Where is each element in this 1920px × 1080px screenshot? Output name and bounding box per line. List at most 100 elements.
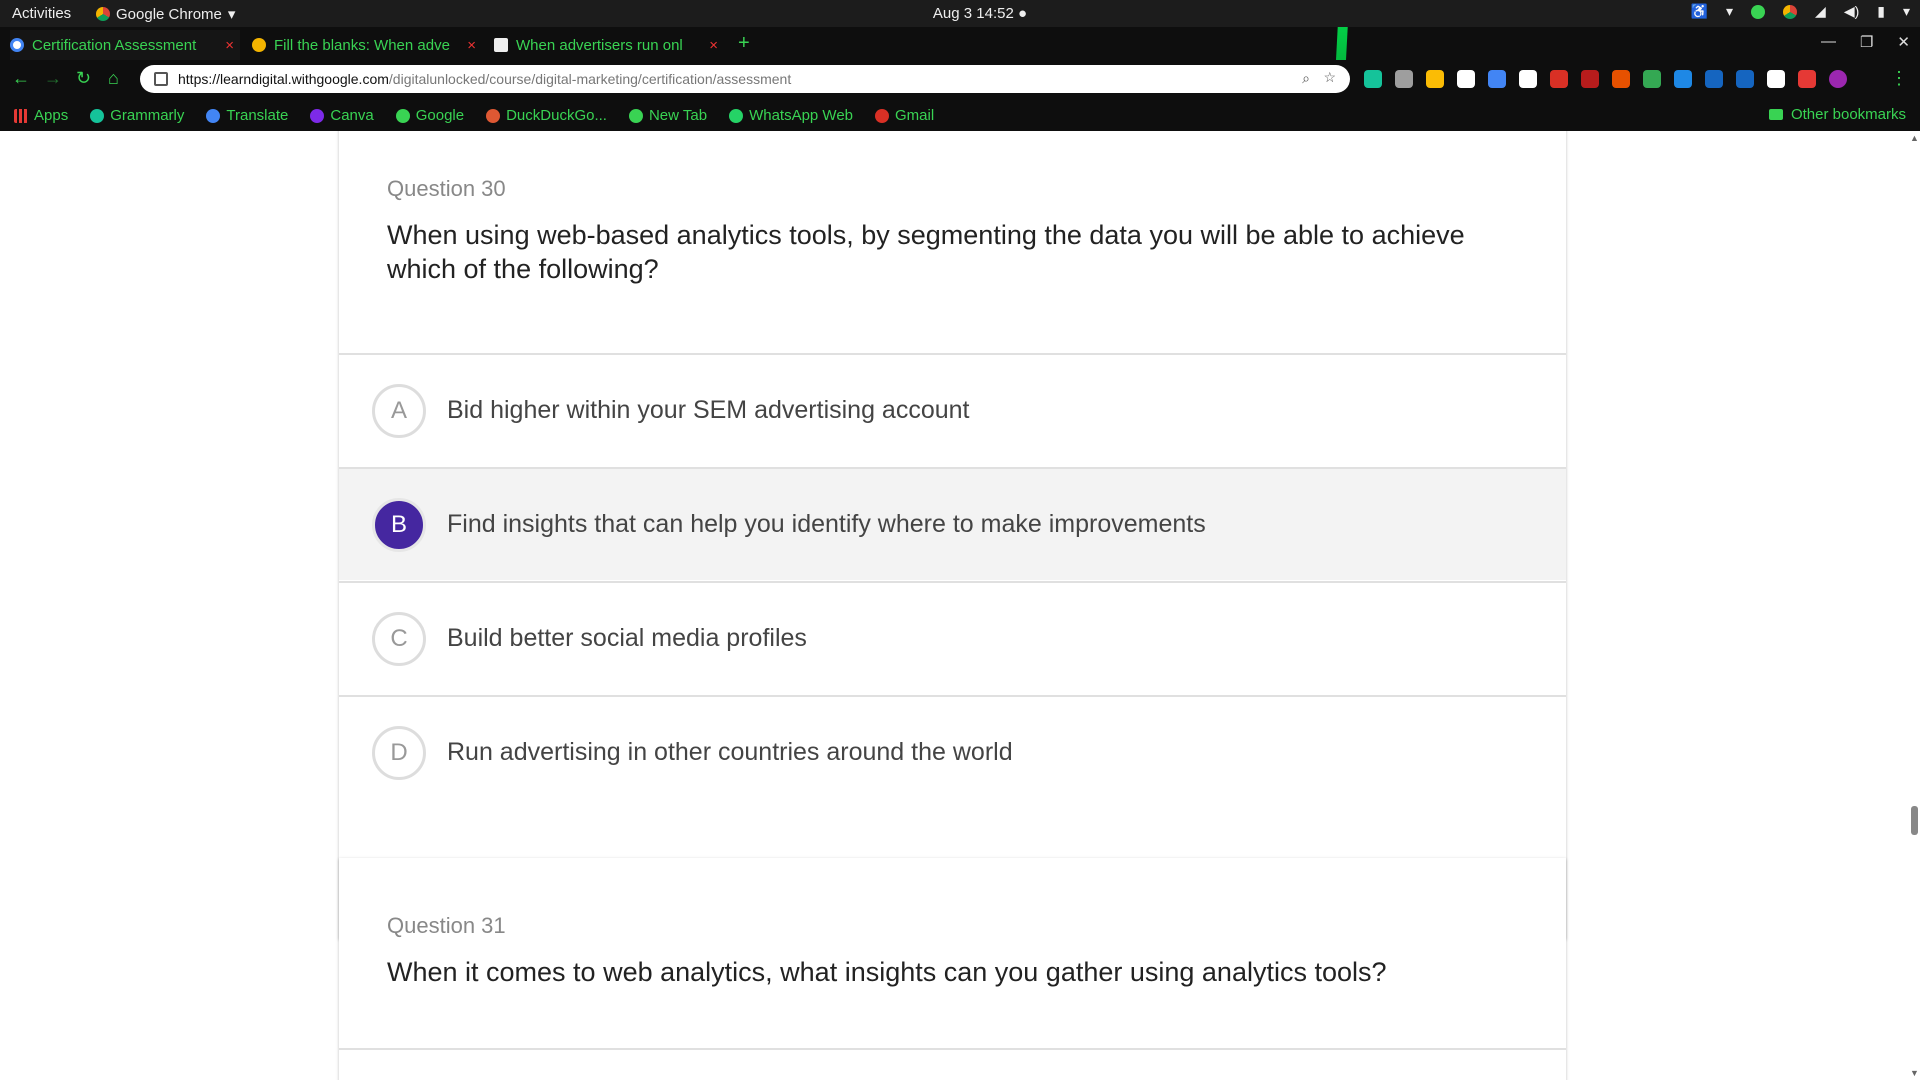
battery-icon[interactable]: ▮ [1877, 3, 1885, 20]
back-arrow-icon[interactable]: ← [12, 68, 30, 89]
bookmarks-bar: Apps Grammarly Translate Canva Google DuckDuc… [0, 100, 1920, 131]
browser-toolbar: ← → ↻ ⌂ https://learndigital.withgoogle.… [0, 60, 1920, 100]
page-scrollbar[interactable]: ▲ ▼ [1908, 131, 1920, 1080]
scrollbar-thumb[interactable] [1911, 806, 1918, 835]
bookmark-label: Translate [226, 107, 289, 124]
tab-close-icon[interactable]: × [461, 37, 482, 54]
option-b[interactable]: B Find insights that can help you identi… [339, 467, 1566, 580]
tab-strip: Certification Assessment × Fill the blan… [0, 27, 1920, 60]
bookmark-canva[interactable]: Canva [310, 107, 374, 124]
bookmark-star-icon[interactable]: ☆ [1323, 69, 1336, 86]
option-a-partial[interactable] [339, 1048, 1566, 1080]
question-text: When using web-based analytics tools, by… [387, 220, 1465, 284]
chrome-tray-icon[interactable] [1783, 4, 1798, 19]
tab-fill-the-blanks[interactable]: Fill the blanks: When adve × [252, 30, 482, 60]
chrome-icon [96, 7, 110, 21]
canva-icon [310, 108, 325, 123]
extension-icon-7[interactable] [1550, 70, 1568, 88]
brainly-favicon-icon [494, 38, 508, 52]
apps-grid-icon [14, 108, 28, 123]
tab-title: Certification Assessment [32, 36, 197, 54]
scroll-up-arrow-icon[interactable]: ▲ [1910, 133, 1919, 143]
bookmark-apps[interactable]: Apps [14, 107, 68, 124]
option-d[interactable]: D Run advertising in other countries aro… [339, 695, 1566, 808]
notification-indicator-icon[interactable] [1751, 4, 1766, 19]
tab-certification-assessment[interactable]: Certification Assessment × [10, 30, 240, 60]
accessibility-icon[interactable]: ♿ [1691, 3, 1708, 20]
bookmark-grammarly[interactable]: Grammarly [90, 107, 184, 124]
extension-icon-16[interactable] [1829, 70, 1847, 88]
tab-when-advertisers[interactable]: When advertisers run onl × [494, 30, 724, 60]
window-controls: — ❐ ✕ [1821, 33, 1910, 51]
question-card-30: Question 30 When using web-based analyti… [339, 131, 1566, 939]
extension-icon-6[interactable] [1519, 70, 1537, 88]
wifi-icon[interactable]: ◢ [1815, 3, 1826, 20]
bookmark-label: Google [415, 107, 465, 124]
home-icon[interactable]: ⌂ [108, 68, 119, 89]
scroll-down-arrow-icon[interactable]: ▼ [1910, 1068, 1919, 1078]
clock[interactable]: Aug 3 14:52 ● [920, 5, 1040, 22]
reload-icon[interactable]: ↻ [76, 68, 91, 89]
extension-icon-5[interactable] [1488, 70, 1506, 88]
google-icon [395, 108, 410, 123]
activities-button[interactable]: Activities [12, 5, 71, 22]
close-window-icon[interactable]: ✕ [1897, 33, 1910, 51]
tray-chevron-down-icon[interactable]: ▾ [1726, 3, 1733, 20]
url-host: https://learndigital.withgoogle.com [178, 71, 389, 87]
option-letter-b: B [372, 497, 426, 552]
bookmark-translate[interactable]: Translate [206, 107, 288, 124]
address-bar[interactable]: https://learndigital.withgoogle.com/digi… [140, 65, 1350, 93]
extension-icon-4[interactable] [1457, 70, 1475, 88]
extension-icon-9[interactable] [1612, 70, 1630, 88]
bookmark-whatsapp-web[interactable]: WhatsApp Web [729, 107, 853, 124]
restore-icon[interactable]: ❐ [1860, 33, 1873, 51]
zoom-icon[interactable]: ⌕ [1302, 70, 1310, 87]
newtab-icon [628, 108, 643, 123]
duckduckgo-icon [486, 108, 501, 123]
bookmark-gmail[interactable]: Gmail [875, 107, 934, 124]
app-menu[interactable]: Google Chrome ▾ [96, 5, 235, 23]
other-bookmarks-folder[interactable]: Other bookmarks [1768, 106, 1906, 123]
bookmark-duckduckgo[interactable]: DuckDuckGo... [486, 107, 607, 124]
extension-icon-8[interactable] [1581, 70, 1599, 88]
bookmark-new-tab[interactable]: New Tab [628, 107, 707, 124]
bookmark-label: Gmail [895, 107, 935, 124]
option-a[interactable]: A Bid higher within your SEM advertising… [339, 353, 1566, 466]
question-card-31: Question 31 When it comes to web analyti… [339, 858, 1566, 1080]
extension-icon-3[interactable] [1426, 70, 1444, 88]
volume-icon[interactable]: ◀) [1844, 3, 1859, 20]
extension-icon-12[interactable] [1705, 70, 1723, 88]
new-tab-button[interactable]: + [738, 33, 750, 53]
bookmark-label: Canva [330, 107, 374, 124]
system-tray[interactable]: ♿ ▾ ◢ ◀) ▮ ▾ [1691, 3, 1910, 20]
extension-icon-1[interactable] [1364, 70, 1382, 88]
extension-icons [1364, 70, 1847, 88]
option-text-a: Bid higher within your SEM advertising a… [447, 396, 970, 424]
forward-arrow-icon[interactable]: → [44, 68, 62, 89]
chevron-down-icon: ▾ [227, 6, 236, 23]
extension-icon-11[interactable] [1674, 70, 1692, 88]
option-letter-d: D [372, 725, 426, 780]
option-letter-c: C [372, 611, 426, 666]
tab-close-icon[interactable]: × [219, 37, 240, 54]
tab-title: Fill the blanks: When adve [274, 36, 450, 54]
tab-close-icon[interactable]: × [703, 37, 724, 54]
option-c[interactable]: C Build better social media profiles [339, 581, 1566, 694]
lock-icon[interactable] [154, 72, 168, 86]
extension-icon-10[interactable] [1643, 70, 1661, 88]
extension-icon-13[interactable] [1736, 70, 1754, 88]
chrome-menu-icon[interactable]: ⋮ [1890, 68, 1908, 89]
extension-icon-15[interactable] [1798, 70, 1816, 88]
google-favicon-icon [10, 38, 24, 52]
extension-icon-2[interactable] [1395, 70, 1413, 88]
bulb-favicon-icon [252, 38, 266, 52]
question-number: Question 31 [387, 913, 506, 938]
minimize-icon[interactable]: — [1821, 33, 1836, 51]
bookmark-google[interactable]: Google [395, 107, 465, 124]
bookmark-label: WhatsApp Web [749, 107, 854, 124]
grammarly-icon [90, 108, 105, 123]
option-text-c: Build better social media profiles [447, 624, 807, 652]
extension-icon-14[interactable] [1767, 70, 1785, 88]
option-text-b: Find insights that can help you identify… [447, 510, 1206, 538]
power-menu-chevron-icon[interactable]: ▾ [1903, 3, 1910, 20]
